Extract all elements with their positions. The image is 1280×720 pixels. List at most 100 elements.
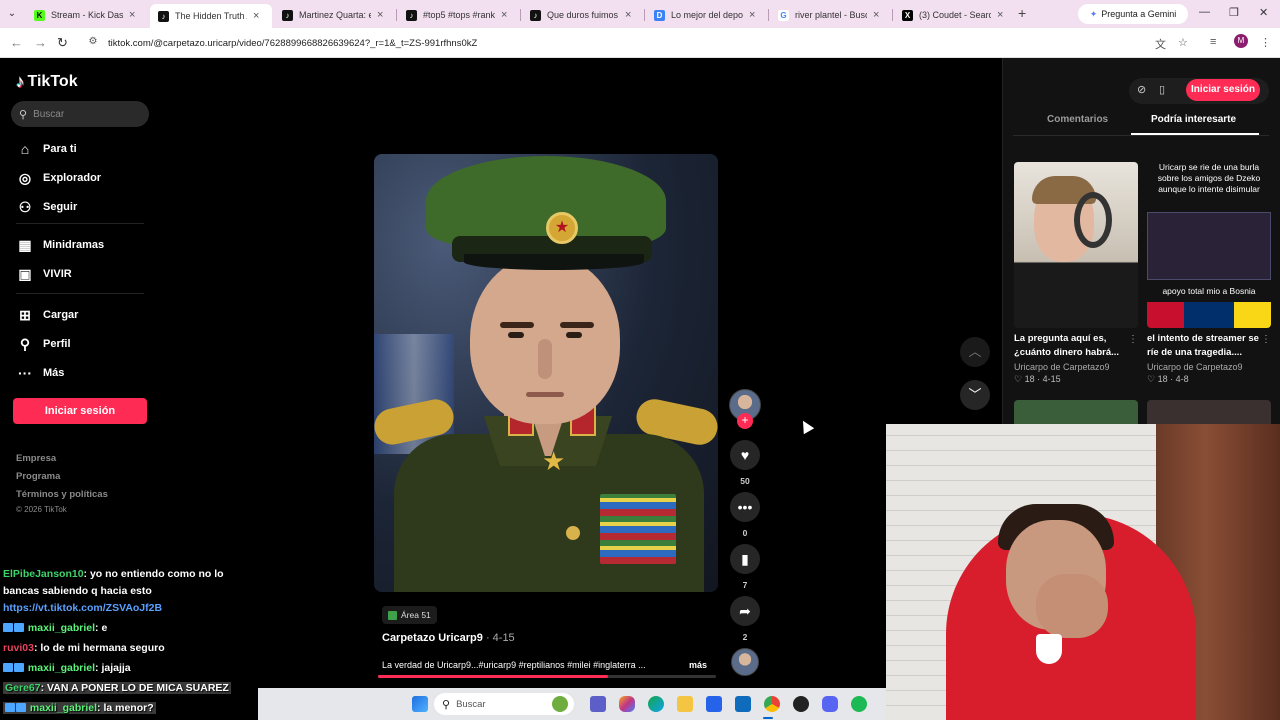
close-icon[interactable]: × bbox=[625, 9, 631, 21]
copilot-icon[interactable] bbox=[619, 696, 635, 712]
sound-avatar[interactable] bbox=[731, 648, 759, 676]
close-icon[interactable]: × bbox=[377, 9, 383, 21]
chrome-icon[interactable] bbox=[764, 696, 780, 712]
teams-icon[interactable] bbox=[590, 696, 606, 712]
profile-avatar[interactable]: M bbox=[1234, 34, 1248, 48]
forward-icon[interactable]: → bbox=[34, 35, 47, 50]
sidebar-item-vivir[interactable]: ▣ VIVIR bbox=[16, 265, 71, 283]
close-icon[interactable]: × bbox=[501, 9, 507, 21]
explorer-icon[interactable] bbox=[677, 696, 693, 712]
footer-link-terminos[interactable]: Términos y políticas bbox=[16, 489, 108, 500]
video-player[interactable]: ★ bbox=[374, 154, 718, 592]
footer-link-empresa[interactable]: Empresa bbox=[16, 453, 56, 464]
tab-deporte[interactable]: D Lo mejor del deporte × bbox=[646, 4, 768, 26]
edge-icon[interactable] bbox=[648, 696, 664, 712]
translate-icon[interactable]: 文 bbox=[1155, 36, 1166, 52]
tab-x[interactable]: X (3) Coudet - Search / × bbox=[894, 4, 1016, 26]
tab-podria-interesarte[interactable]: Podría interesarte bbox=[1151, 114, 1236, 125]
share-icon[interactable]: ➦ bbox=[730, 596, 760, 626]
widgets-icon[interactable] bbox=[552, 696, 568, 712]
sidebar-item-para-ti[interactable]: ⌂ Para ti bbox=[16, 140, 77, 158]
video-progress-bar[interactable] bbox=[378, 675, 716, 678]
tab-tiktok-active[interactable]: ♪ The Hidden Truth Ab × bbox=[150, 4, 272, 28]
card-menu-icon[interactable]: ⋮ bbox=[1128, 334, 1138, 345]
gemini-button[interactable]: ✦ Pregunta a Gemini bbox=[1078, 4, 1188, 24]
obs-icon[interactable] bbox=[793, 696, 809, 712]
suggested-video-card[interactable]: La pregunta aquí es, ¿cuánto dinero habr… bbox=[1014, 162, 1138, 385]
bookmark-star-icon[interactable]: ☆ bbox=[1178, 36, 1188, 49]
tab-tiktok-3[interactable]: ♪ #top5 #tops #ranking × bbox=[398, 4, 520, 26]
close-icon[interactable]: × bbox=[253, 10, 259, 22]
site-info-icon[interactable]: ⚙ bbox=[86, 36, 100, 50]
card-title[interactable]: La pregunta aquí es, ¿cuánto dinero habr… bbox=[1014, 332, 1138, 360]
sidebar-item-minidramas[interactable]: ▦ Minidramas bbox=[16, 236, 104, 254]
video-author[interactable]: Carpetazo Uricarp9 · 4-15 bbox=[382, 632, 515, 644]
like-heart-icon[interactable]: ♥ bbox=[730, 440, 760, 470]
close-icon[interactable]: × bbox=[873, 9, 879, 21]
chat-badge-icon bbox=[5, 703, 15, 712]
chat-link[interactable]: https://vt.tiktok.com/ZSVAoJf2B bbox=[3, 602, 162, 614]
tab-search-button[interactable]: ⌄ bbox=[4, 6, 20, 22]
sidebar-item-mas[interactable]: ··· Más bbox=[16, 364, 64, 382]
windows-start-icon[interactable] bbox=[412, 696, 428, 712]
new-tab-button[interactable]: + bbox=[1018, 5, 1026, 21]
gemini-icon: ✦ bbox=[1089, 8, 1098, 19]
tab-tiktok-4[interactable]: ♪ Que duros fuimos mi × bbox=[522, 4, 644, 26]
url-bar[interactable]: ⚙ tiktok.com/@carpetazo.uricarp/video/76… bbox=[80, 32, 1140, 54]
suggested-video-thumbnail-partial[interactable] bbox=[1014, 400, 1138, 424]
minimize-icon[interactable]: — bbox=[1199, 6, 1210, 18]
coin-icon[interactable]: ⊘ bbox=[1137, 83, 1146, 96]
card-author[interactable]: Uricarpo de Carpetazo9 bbox=[1014, 362, 1138, 372]
login-button[interactable]: Iniciar sesión bbox=[13, 398, 147, 424]
suggested-video-card[interactable]: Uricarp se rie de una burla sobre los am… bbox=[1147, 162, 1271, 385]
close-icon[interactable]: × bbox=[997, 9, 1003, 21]
next-video-chevron-down-icon[interactable]: ﹀ bbox=[960, 380, 990, 410]
footer-link-programa[interactable]: Programa bbox=[16, 471, 60, 482]
comment-icon[interactable]: ••• bbox=[730, 492, 760, 522]
store-icon[interactable] bbox=[706, 696, 722, 712]
card-menu-icon[interactable]: ⋮ bbox=[1261, 334, 1271, 345]
search-input[interactable]: ⚲ Buscar bbox=[11, 101, 149, 127]
outlook-icon[interactable] bbox=[735, 696, 751, 712]
tab-kick[interactable]: K Stream - Kick Dashbo × bbox=[26, 4, 148, 26]
tiktok-note-icon: ♪ bbox=[16, 72, 25, 91]
tab-title: Martinez Quarta: el vi bbox=[299, 10, 371, 20]
previous-video-chevron-up-icon[interactable]: ︿ bbox=[960, 337, 990, 367]
follow-plus-icon[interactable]: + bbox=[737, 413, 753, 429]
chat-username: maxii_gabriel bbox=[29, 702, 98, 714]
card-title[interactable]: el intento de streamer se ríe de una tra… bbox=[1147, 332, 1271, 360]
author-name[interactable]: Carpetazo Uricarp9 bbox=[382, 632, 483, 644]
card-thumbnail[interactable]: Uricarp se rie de una burla sobre los am… bbox=[1147, 162, 1271, 328]
sidebar-item-seguir[interactable]: ⚇ Seguir bbox=[16, 198, 78, 216]
close-icon[interactable]: × bbox=[129, 9, 135, 21]
sidebar-item-cargar[interactable]: ⊞ Cargar bbox=[16, 306, 78, 324]
suggested-video-thumbnail-partial[interactable] bbox=[1147, 400, 1271, 424]
panel-login-button[interactable]: Iniciar sesión bbox=[1186, 79, 1260, 101]
restore-icon[interactable]: ❐ bbox=[1229, 6, 1239, 19]
bookmark-icon[interactable]: ▮ bbox=[730, 544, 760, 574]
media-control-icon[interactable]: ≡ bbox=[1210, 36, 1216, 48]
tab-google[interactable]: G river plantel - Buscar × bbox=[770, 4, 892, 26]
location-tag[interactable]: Área 51 bbox=[382, 606, 437, 624]
tiktok-logo[interactable]: ♪ TikTok bbox=[16, 72, 78, 92]
tab-comentarios[interactable]: Comentarios bbox=[1047, 114, 1108, 125]
card-thumbnail[interactable] bbox=[1014, 162, 1138, 328]
device-icon[interactable]: ▯ bbox=[1159, 83, 1165, 96]
window-close-icon[interactable]: ✕ bbox=[1259, 6, 1268, 19]
reload-icon[interactable]: ↻ bbox=[57, 35, 68, 51]
compass-icon: ◎ bbox=[18, 170, 32, 186]
tab-title: The Hidden Truth Ab bbox=[175, 11, 247, 21]
spotify-icon[interactable] bbox=[851, 696, 867, 712]
chat-text: : lo de mi hermana seguro bbox=[33, 642, 165, 654]
menu-kebab-icon[interactable]: ⋮ bbox=[1260, 36, 1271, 49]
discord-icon[interactable] bbox=[822, 696, 838, 712]
sidebar-item-explorador[interactable]: ◎ Explorador bbox=[16, 169, 101, 187]
back-icon[interactable]: ← bbox=[10, 35, 23, 50]
card-author[interactable]: Uricarpo de Carpetazo9 bbox=[1147, 362, 1271, 372]
tab-tiktok-2[interactable]: ♪ Martinez Quarta: el vi × bbox=[274, 4, 396, 26]
close-icon[interactable]: × bbox=[749, 9, 755, 21]
chat-text: bancas sabiendo q hacia esto bbox=[3, 585, 152, 597]
eyebrow bbox=[560, 322, 594, 328]
more-caption-button[interactable]: más bbox=[689, 660, 707, 670]
sidebar-item-perfil[interactable]: ⚲ Perfil bbox=[16, 335, 71, 353]
